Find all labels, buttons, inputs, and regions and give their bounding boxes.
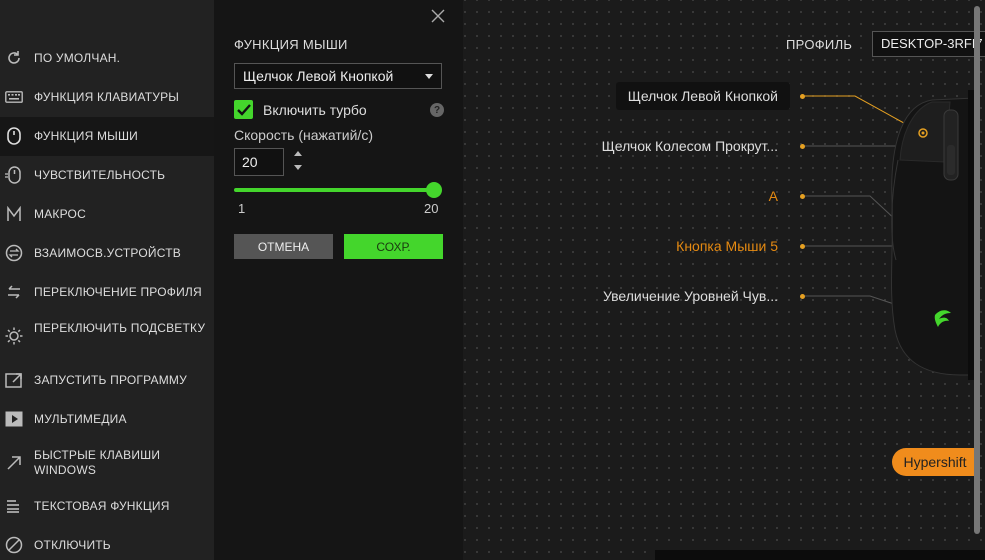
sidebar-item-text-function[interactable]: ТЕКСТОВАЯ ФУНКЦИЯ <box>0 492 214 520</box>
mouse-function-select[interactable]: Щелчок Левой Кнопкой <box>234 63 442 89</box>
sidebar-item-label: ТЕКСТОВАЯ ФУНКЦИЯ <box>34 498 170 513</box>
sidebar-item-label: ПЕРЕКЛЮЧИТЬ ПОДСВЕТКУ <box>34 321 206 335</box>
mapping-mouse-button-5[interactable]: Кнопка Мыши 5 <box>676 238 778 254</box>
sidebar-item-windows-shortcuts[interactable]: БЫСТРЫЕ КЛАВИШИ WINDOWS <box>0 445 214 481</box>
speed-input[interactable] <box>234 148 284 176</box>
sidebar-item-label: ВЗАИМОСВ.УСТРОЙСТВ <box>34 245 181 260</box>
mapping-dot <box>800 294 805 299</box>
sidebar-item-multimedia[interactable]: МУЛЬТИМЕДИА <box>0 405 214 433</box>
sidebar-item-launch-program[interactable]: ЗАПУСТИТЬ ПРОГРАММУ <box>0 366 214 394</box>
sidebar-item-label: ПЕРЕКЛЮЧЕНИЕ ПРОФИЛЯ <box>34 284 202 299</box>
checkmark-icon <box>237 104 251 116</box>
launch-program-icon <box>5 371 23 389</box>
turbo-checkbox[interactable] <box>234 100 253 119</box>
sidebar-item-label: БЫСТРЫЕ КЛАВИШИ WINDOWS <box>34 448 161 477</box>
sidebar-item-device-interaction[interactable]: ВЗАИМОСВ.УСТРОЙСТВ <box>0 239 214 267</box>
stepper-up-icon[interactable] <box>294 151 302 156</box>
speed-slider-thumb[interactable] <box>426 182 442 198</box>
disable-icon <box>5 536 23 554</box>
mapping-dot <box>800 244 805 249</box>
scrollbar[interactable] <box>974 6 980 534</box>
mapping-sensitivity-up[interactable]: Увеличение Уровней Чув... <box>603 288 778 304</box>
speed-label: Скорость (нажатий/с) <box>234 127 373 143</box>
mapping-key-a[interactable]: A <box>769 188 778 204</box>
sensitivity-icon <box>5 166 23 184</box>
mouse-icon <box>5 127 23 145</box>
sidebar-item-mouse-function[interactable]: ФУНКЦИЯ МЫШИ <box>0 117 214 156</box>
close-icon <box>431 9 445 23</box>
profile-label: ПРОФИЛЬ <box>786 37 853 52</box>
sidebar-item-label: ФУНКЦИЯ МЫШИ <box>34 129 139 143</box>
save-button[interactable]: СОХР. <box>344 234 443 259</box>
mapping-dot <box>800 94 805 99</box>
turbo-label: Включить турбо <box>263 102 367 118</box>
sidebar-item-profile-switch[interactable]: ПЕРЕКЛЮЧЕНИЕ ПРОФИЛЯ <box>0 278 214 306</box>
chevron-down-icon <box>425 74 433 79</box>
speed-slider-track[interactable] <box>234 188 434 192</box>
sidebar-item-lighting-switch[interactable]: ПЕРЕКЛЮЧИТЬ ПОДСВЕТКУ <box>0 318 214 354</box>
sidebar-item-label: ФУНКЦИЯ КЛАВИАТУРЫ <box>34 89 180 104</box>
profile-switch-icon <box>5 283 23 301</box>
cancel-button[interactable]: ОТМЕНА <box>234 234 333 259</box>
slider-max-label: 20 <box>424 201 439 216</box>
mouse-image <box>891 90 975 380</box>
panel-title: ФУНКЦИЯ МЫШИ <box>234 37 348 52</box>
multimedia-icon <box>5 410 23 428</box>
reset-icon <box>5 49 23 67</box>
windows-shortcut-icon <box>5 454 23 472</box>
sidebar-item-label: ЧУВСТВИТЕЛЬНОСТЬ <box>34 167 166 182</box>
help-icon[interactable]: ? <box>430 103 444 117</box>
sidebar-item-keyboard-function[interactable]: ФУНКЦИЯ КЛАВИАТУРЫ <box>0 83 214 111</box>
mouse-function-select-value: Щелчок Левой Кнопкой <box>243 68 394 84</box>
text-function-icon <box>5 497 23 515</box>
keyboard-icon <box>5 88 23 106</box>
stepper-down-icon[interactable] <box>294 165 302 170</box>
profile-select[interactable]: DESKTOP-3RFI7 <box>872 31 985 57</box>
sidebar-item-label: ОТКЛЮЧИТЬ <box>34 537 111 552</box>
close-button[interactable] <box>430 8 446 24</box>
mapping-dot <box>800 194 805 199</box>
slider-min-label: 1 <box>238 201 246 216</box>
macro-icon <box>5 205 23 223</box>
mapping-left-click[interactable]: Щелчок Левой Кнопкой <box>615 82 790 110</box>
bottom-strip <box>655 550 985 560</box>
sidebar-item-label: ЗАПУСТИТЬ ПРОГРАММУ <box>34 372 187 387</box>
sidebar-item-label: МУЛЬТИМЕДИА <box>34 411 127 426</box>
sidebar-item-disable[interactable]: ОТКЛЮЧИТЬ <box>0 531 214 559</box>
mapping-scroll-click[interactable]: Щелчок Колесом Прокрут... <box>602 138 778 154</box>
hypershift-button[interactable]: Hypershift <box>892 448 978 476</box>
mapping-dot <box>800 144 805 149</box>
sidebar-item-macro[interactable]: МАКРОС <box>0 200 214 228</box>
sidebar: ПО УМОЛЧАН. ФУНКЦИЯ КЛАВИАТУРЫ ФУНКЦИЯ М… <box>0 0 214 560</box>
sidebar-item-default[interactable]: ПО УМОЛЧАН. <box>0 44 214 72</box>
lighting-icon <box>5 327 23 345</box>
sidebar-item-label: ПО УМОЛЧАН. <box>34 50 121 65</box>
device-interaction-icon <box>5 244 23 262</box>
sidebar-item-label: МАКРОС <box>34 206 86 221</box>
sidebar-item-sensitivity[interactable]: ЧУВСТВИТЕЛЬНОСТЬ <box>0 161 214 189</box>
